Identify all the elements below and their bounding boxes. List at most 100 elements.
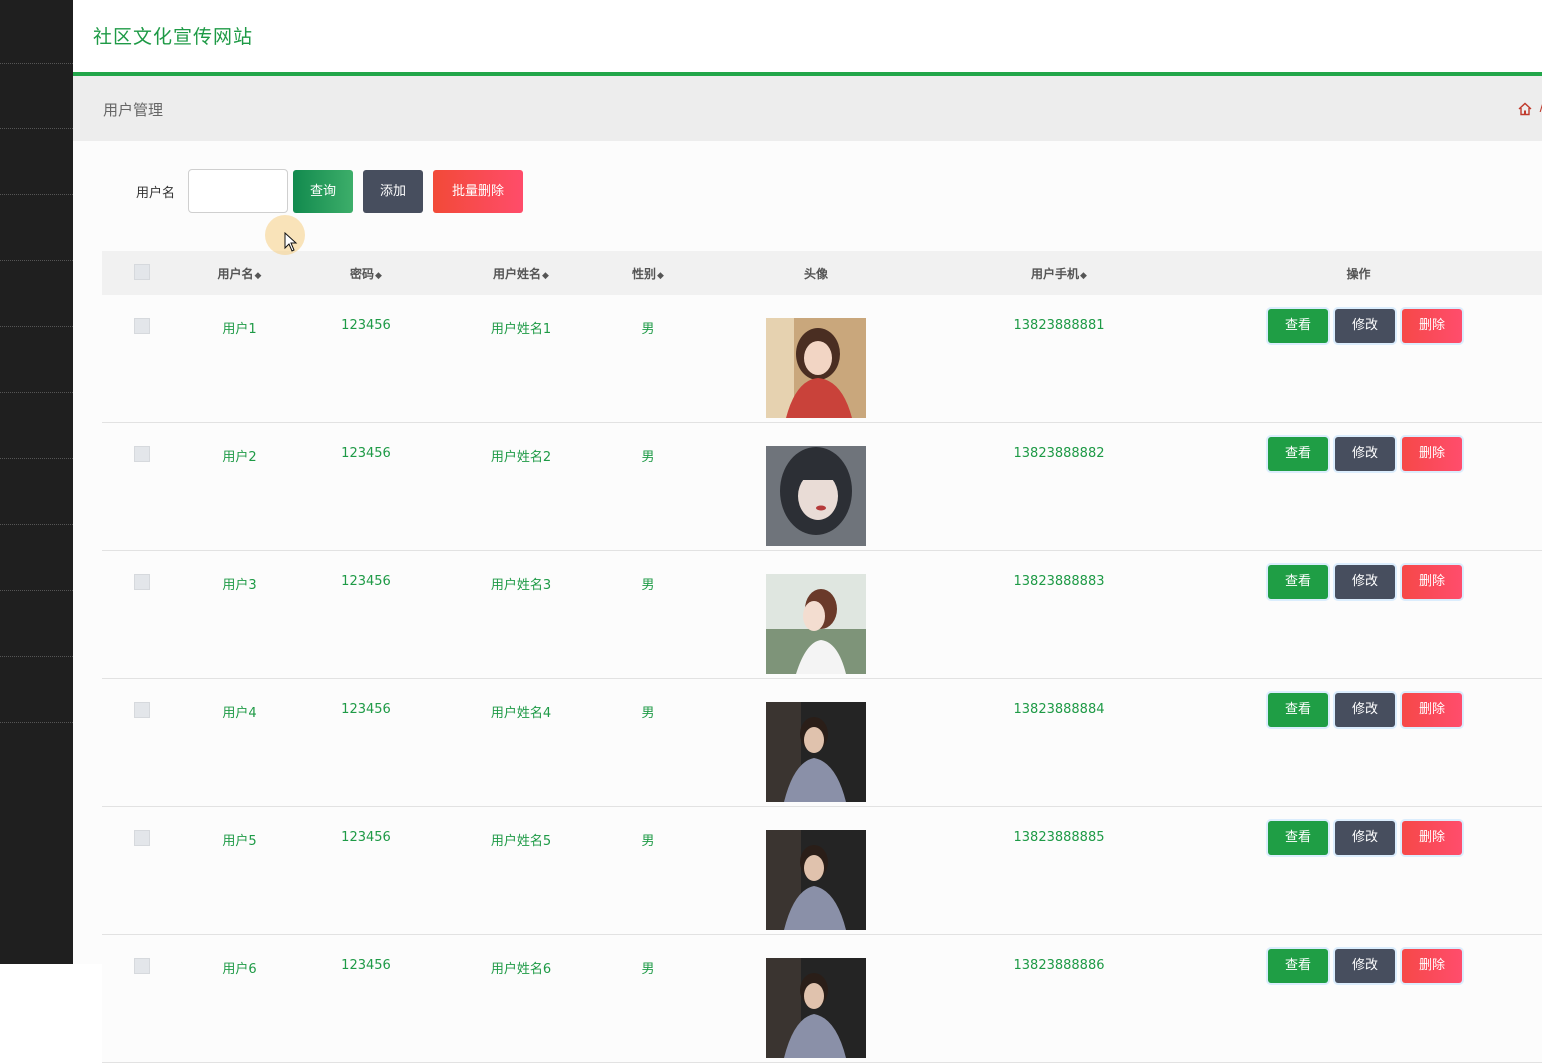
- delete-button[interactable]: 删除: [1402, 693, 1462, 727]
- cell-phone: 13823888884: [1013, 702, 1105, 717]
- row-checkbox[interactable]: [134, 318, 150, 334]
- sort-icon[interactable]: ◆: [657, 271, 664, 281]
- delete-button[interactable]: 删除: [1402, 437, 1462, 471]
- select-all-checkbox[interactable]: [134, 263, 150, 280]
- delete-button[interactable]: 删除: [1402, 565, 1462, 599]
- cell-username: 用户4: [222, 706, 257, 721]
- table-row: 用户4 123456 用户姓名4 男 13823888884 查看 修改 删除: [102, 678, 1542, 807]
- cell-name: 用户姓名3: [490, 578, 552, 593]
- cell-name: 用户姓名6: [490, 962, 552, 977]
- row-checkbox[interactable]: [134, 958, 150, 974]
- cell-gender: 男: [641, 322, 655, 337]
- cell-gender: 男: [641, 834, 655, 849]
- cell-name: 用户姓名4: [490, 706, 552, 721]
- column-header-gender[interactable]: 性别◆: [607, 251, 689, 295]
- add-button[interactable]: 添加: [363, 170, 423, 213]
- cell-name: 用户姓名2: [490, 450, 552, 465]
- sort-icon[interactable]: ◆: [255, 271, 262, 281]
- sidebar-divider: [0, 128, 73, 129]
- sort-icon[interactable]: ◆: [542, 271, 549, 281]
- cell-phone: 13823888881: [1013, 318, 1105, 333]
- cell-username: 用户6: [222, 962, 257, 977]
- column-header-phone[interactable]: 用户手机◆: [943, 251, 1175, 295]
- cell-username: 用户2: [222, 450, 257, 465]
- cell-username: 用户1: [222, 322, 257, 337]
- site-title[interactable]: 社区文化宣传网站: [93, 22, 253, 49]
- avatar: [766, 958, 866, 1058]
- delete-button[interactable]: 删除: [1402, 821, 1462, 855]
- row-checkbox[interactable]: [134, 702, 150, 718]
- cell-gender: 男: [641, 450, 655, 465]
- sidebar-divider: [0, 722, 73, 723]
- table-row: 用户1 123456 用户姓名1 男 13823888881 查看 修改 删除: [102, 295, 1542, 423]
- cell-password: 123456: [341, 702, 391, 717]
- row-checkbox[interactable]: [134, 830, 150, 846]
- sidebar-divider: [0, 590, 73, 591]
- sort-icon[interactable]: ◆: [375, 271, 382, 281]
- sidebar-divider: [0, 194, 73, 195]
- batch-delete-button[interactable]: 批量删除: [433, 170, 523, 213]
- edit-button[interactable]: 修改: [1335, 693, 1395, 727]
- cell-gender: 男: [641, 578, 655, 593]
- edit-button[interactable]: 修改: [1335, 565, 1395, 599]
- cell-name: 用户姓名1: [490, 322, 552, 337]
- edit-button[interactable]: 修改: [1335, 309, 1395, 343]
- cursor-icon: [284, 232, 298, 252]
- sidebar-divider: [0, 392, 73, 393]
- table-row: 用户2 123456 用户姓名2 男 13823888882 查看 修改 删除: [102, 422, 1542, 551]
- table-row: 用户6 123456 用户姓名6 男 13823888886 查看 修改 删除: [102, 934, 1542, 1063]
- row-checkbox[interactable]: [134, 446, 150, 462]
- cell-password: 123456: [341, 574, 391, 589]
- username-search-input[interactable]: [188, 169, 288, 213]
- edit-button[interactable]: 修改: [1335, 821, 1395, 855]
- cell-phone: 13823888886: [1013, 958, 1105, 973]
- cell-password: 123456: [341, 958, 391, 973]
- sidebar-divider: [0, 524, 73, 525]
- cell-name: 用户姓名5: [490, 834, 552, 849]
- cell-username: 用户3: [222, 578, 257, 593]
- cell-password: 123456: [341, 446, 391, 461]
- breadcrumb: 用户管理 /: [73, 76, 1542, 141]
- view-button[interactable]: 查看: [1268, 949, 1328, 983]
- sort-icon[interactable]: ◆: [1080, 271, 1087, 281]
- view-button[interactable]: 查看: [1268, 437, 1328, 471]
- avatar: [766, 702, 866, 802]
- sidebar-divider: [0, 326, 73, 327]
- avatar: [766, 830, 866, 930]
- sidebar-divider: [0, 458, 73, 459]
- table-row: 用户3 123456 用户姓名3 男 13823888883 查看 修改 删除: [102, 550, 1542, 679]
- table-header-row: 用户名◆ 密码◆ 用户姓名◆ 性别◆ 头像 用户手机◆ 操作: [102, 251, 1542, 295]
- top-header: 社区文化宣传网站: [73, 0, 1542, 72]
- view-button[interactable]: 查看: [1268, 693, 1328, 727]
- row-checkbox[interactable]: [134, 574, 150, 590]
- sidebar-divider: [0, 656, 73, 657]
- cell-gender: 男: [641, 706, 655, 721]
- username-search-label: 用户名: [136, 186, 176, 201]
- delete-button[interactable]: 删除: [1402, 309, 1462, 343]
- column-header-actions: 操作: [1346, 266, 1371, 281]
- cell-gender: 男: [641, 962, 655, 977]
- cell-username: 用户5: [222, 834, 257, 849]
- view-button[interactable]: 查看: [1268, 565, 1328, 599]
- edit-button[interactable]: 修改: [1335, 437, 1395, 471]
- sidebar-divider: [0, 260, 73, 261]
- cell-phone: 13823888883: [1013, 574, 1105, 589]
- cell-phone: 13823888885: [1013, 830, 1105, 845]
- avatar: [766, 318, 866, 418]
- delete-button[interactable]: 删除: [1402, 949, 1462, 983]
- avatar: [766, 574, 866, 674]
- avatar: [766, 446, 866, 546]
- sidebar: [0, 0, 73, 964]
- column-header-username[interactable]: 用户名◆: [182, 251, 297, 295]
- view-button[interactable]: 查看: [1268, 309, 1328, 343]
- query-button[interactable]: 查询: [293, 170, 353, 213]
- column-header-name[interactable]: 用户姓名◆: [435, 251, 607, 295]
- cell-password: 123456: [341, 830, 391, 845]
- home-icon[interactable]: [1518, 102, 1532, 116]
- column-header-password[interactable]: 密码◆: [297, 251, 435, 295]
- edit-button[interactable]: 修改: [1335, 949, 1395, 983]
- view-button[interactable]: 查看: [1268, 821, 1328, 855]
- cell-phone: 13823888882: [1013, 446, 1105, 461]
- sidebar-divider: [0, 63, 73, 64]
- table-row: 用户5 123456 用户姓名5 男 13823888885 查看 修改 删除: [102, 806, 1542, 935]
